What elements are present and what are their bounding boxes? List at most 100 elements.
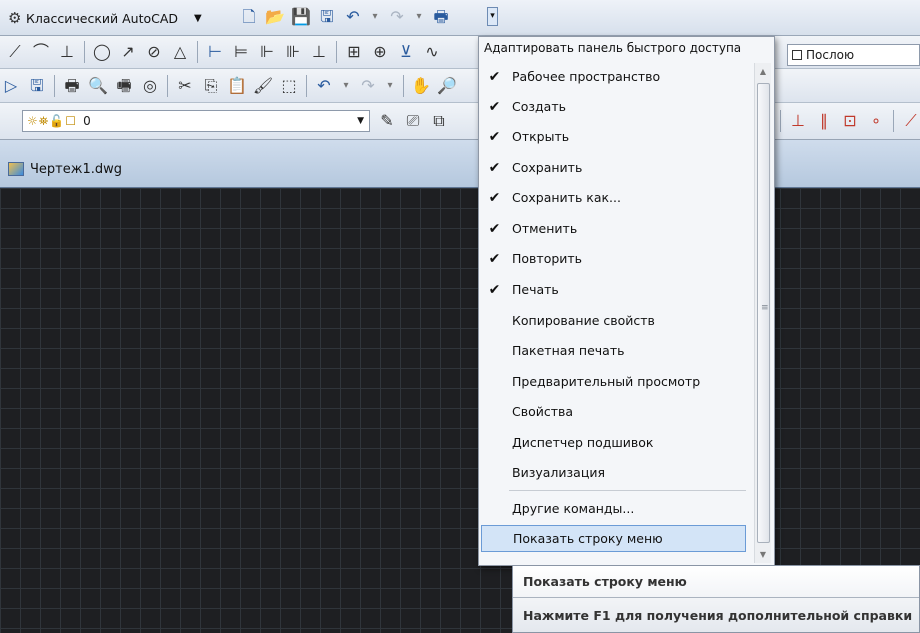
- block-editor-icon[interactable]: ⬚: [278, 75, 300, 97]
- workspace-selector[interactable]: ⚙ Классический AutoCAD ▼: [8, 7, 236, 29]
- menu-item-label: Отменить: [512, 221, 578, 236]
- plot-icon[interactable]: 🖶: [430, 6, 452, 28]
- perpendicular-snap-icon[interactable]: ⊥: [787, 110, 809, 132]
- customize-qat-button[interactable]: ▾: [487, 7, 498, 26]
- menu-item-label: Рабочее пространство: [512, 69, 661, 84]
- chevron-down-icon: ▼: [194, 12, 202, 24]
- color-dropdown[interactable]: Послою: [787, 44, 920, 66]
- separator: [197, 41, 198, 63]
- pan-icon[interactable]: ✋: [410, 75, 432, 97]
- undo-icon[interactable]: ↶: [313, 75, 335, 97]
- menu-item-new[interactable]: ✔ Создать: [481, 93, 746, 120]
- quick-access-toolbar: ⚙ Классический AutoCAD ▼ 🗋 📂 💾 🖫 ↶ ▾ ↷ ▾…: [0, 0, 920, 36]
- tolerance-icon[interactable]: ⊞: [343, 41, 365, 63]
- scrollbar-thumb[interactable]: ≡: [757, 83, 770, 543]
- quick-dim-icon[interactable]: ⊢: [204, 41, 226, 63]
- redo-icon[interactable]: ↷: [357, 75, 379, 97]
- arc-length-icon[interactable]: ⌒: [30, 41, 52, 63]
- separator: [54, 75, 55, 97]
- new-icon[interactable]: 🗋: [238, 6, 260, 28]
- linear-dim-icon[interactable]: ⟋: [4, 41, 26, 63]
- center-mark-icon[interactable]: ⊕: [369, 41, 391, 63]
- checkmark-icon: ✔: [488, 68, 501, 85]
- current-layer-value: 0: [83, 114, 91, 128]
- save-as-icon[interactable]: 🖫: [316, 6, 338, 28]
- separator: [403, 75, 404, 97]
- parallel-snap-icon[interactable]: ∥: [813, 110, 835, 132]
- jogged-linear-icon[interactable]: ∿: [421, 41, 443, 63]
- layer-previous-icon[interactable]: ⎚: [402, 110, 424, 132]
- baseline-icon[interactable]: ⊨: [230, 41, 252, 63]
- redo-icon[interactable]: ↷: [386, 6, 408, 28]
- diameter-icon[interactable]: ⊘: [143, 41, 165, 63]
- match-properties-icon[interactable]: 🖌: [252, 75, 274, 97]
- save-icon[interactable]: 💾: [290, 6, 312, 28]
- angular-icon[interactable]: △: [169, 41, 191, 63]
- menu-item-batch-plot[interactable]: Пакетная печать: [481, 337, 746, 364]
- zoom-icon[interactable]: 🔎: [436, 75, 458, 97]
- ordinate-icon[interactable]: ⊥: [56, 41, 78, 63]
- grip-icon: ≡: [761, 303, 769, 313]
- dim-break-icon[interactable]: ⊥: [308, 41, 330, 63]
- cut-icon[interactable]: ✂: [174, 75, 196, 97]
- standard-toolbar: ▷ 🖫 🖶 🔍 🖷 ◎ ✂ ⎘ 📋 🖌 ⬚ ↶ ▾ ↷ ▾ ✋ 🔎: [0, 69, 920, 103]
- publish-icon[interactable]: 🖷: [113, 75, 135, 97]
- menu-item-save-as[interactable]: ✔ Сохранить как...: [481, 184, 746, 211]
- menu-item-match-properties[interactable]: Копирование свойств: [481, 307, 746, 334]
- layer-dropdown[interactable]: ☼⛯🔓☐ 0 ▼: [22, 110, 370, 132]
- inspect-icon[interactable]: ⊻: [395, 41, 417, 63]
- undo-dropdown-icon[interactable]: ▾: [339, 75, 353, 97]
- menu-header: Адаптировать панель быстрого доступа: [479, 37, 774, 61]
- checkmark-icon: ✔: [488, 189, 501, 206]
- menu-item-label: Сохранить: [512, 160, 583, 175]
- menu-item-more-commands[interactable]: Другие команды...: [481, 495, 746, 522]
- 3d-print-icon[interactable]: ◎: [139, 75, 161, 97]
- redo-dropdown-icon[interactable]: ▾: [383, 75, 397, 97]
- copy-icon[interactable]: ⎘: [200, 75, 222, 97]
- plot-preview-icon[interactable]: 🔍: [87, 75, 109, 97]
- make-current-icon[interactable]: ✎: [376, 110, 398, 132]
- menu-item-plot[interactable]: ✔ Печать: [481, 276, 746, 303]
- menu-item-label: Печать: [512, 282, 559, 297]
- color-value: Послою: [806, 48, 855, 62]
- undo-icon[interactable]: ↶: [342, 6, 364, 28]
- menu-item-undo[interactable]: ✔ Отменить: [481, 215, 746, 242]
- menu-scrollbar[interactable]: ▲ ≡ ▼: [754, 63, 771, 563]
- dim-space-icon[interactable]: ⊪: [282, 41, 304, 63]
- plot-icon[interactable]: 🖶: [61, 75, 83, 97]
- menu-divider: [509, 490, 746, 491]
- checkmark-icon: ✔: [488, 98, 501, 115]
- gear-icon: ⚙: [8, 9, 22, 27]
- document-tab-label: Чертеж1.dwg: [30, 161, 122, 177]
- menu-item-label: Копирование свойств: [512, 313, 655, 328]
- dimension-toolbar: ⟋ ⌒ ⊥ ◯ ↗ ⊘ △ ⊢ ⊨ ⊩ ⊪ ⊥ ⊞ ⊕ ⊻ ∿: [0, 36, 920, 69]
- menu-item-save[interactable]: ✔ Сохранить: [481, 154, 746, 181]
- insert-snap-icon[interactable]: ⊡: [839, 110, 861, 132]
- undo-dropdown-icon[interactable]: ▾: [368, 6, 382, 28]
- menu-item-show-menu-bar[interactable]: Показать строку меню: [481, 525, 746, 552]
- menu-item-properties[interactable]: Свойства: [481, 398, 746, 425]
- menu-item-render[interactable]: Визуализация: [481, 459, 746, 486]
- tooltip-divider: [513, 597, 919, 598]
- nearest-snap-icon[interactable]: ⟋: [900, 110, 920, 132]
- open-icon[interactable]: ▷: [0, 75, 22, 97]
- separator: [84, 41, 85, 63]
- layer-states-icon[interactable]: ⧉: [428, 110, 450, 132]
- menu-item-workspace[interactable]: ✔ Рабочее пространство: [481, 63, 746, 90]
- save-icon[interactable]: 🖫: [26, 75, 48, 97]
- menu-item-plot-preview[interactable]: Предварительный просмотр: [481, 368, 746, 395]
- menu-item-sheet-set-manager[interactable]: Диспетчер подшивок: [481, 429, 746, 456]
- node-snap-icon[interactable]: ∘: [865, 110, 887, 132]
- scroll-up-icon[interactable]: ▲: [755, 63, 771, 80]
- paste-icon[interactable]: 📋: [226, 75, 248, 97]
- radius-icon[interactable]: ◯: [91, 41, 113, 63]
- redo-dropdown-icon[interactable]: ▾: [412, 6, 426, 28]
- document-tab[interactable]: Чертеж1.dwg: [8, 156, 122, 182]
- continue-icon[interactable]: ⊩: [256, 41, 278, 63]
- scroll-down-icon[interactable]: ▼: [755, 546, 771, 563]
- menu-item-redo[interactable]: ✔ Повторить: [481, 245, 746, 272]
- jogged-icon[interactable]: ↗: [117, 41, 139, 63]
- checkmark-icon: ✔: [488, 128, 501, 145]
- open-icon[interactable]: 📂: [264, 6, 286, 28]
- menu-item-open[interactable]: ✔ Открыть: [481, 123, 746, 150]
